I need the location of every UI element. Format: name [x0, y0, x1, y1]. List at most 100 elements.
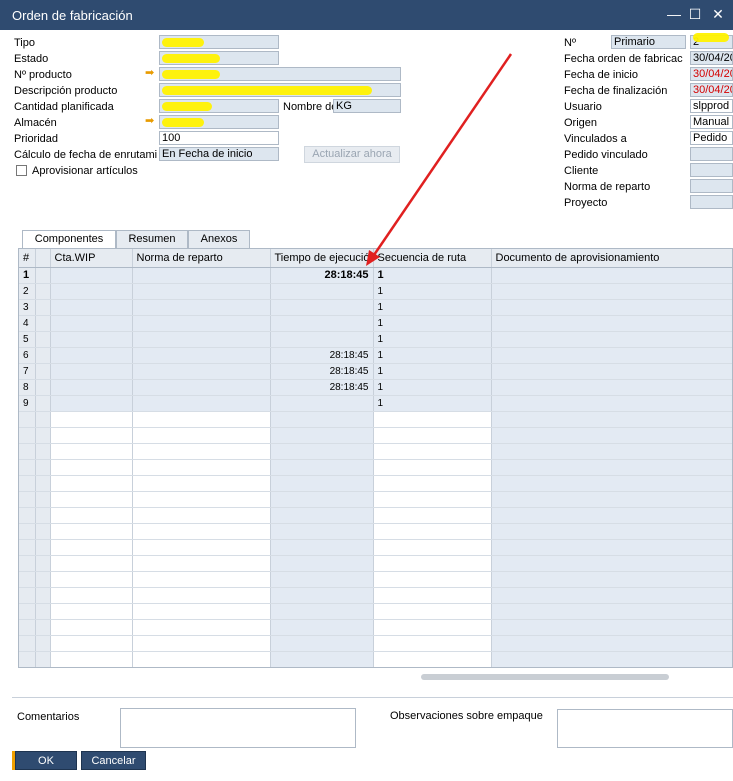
table-row[interactable]: 8 28:18:45 1 [19, 379, 732, 396]
row-number[interactable]: 6 [19, 347, 36, 364]
cell-norma[interactable] [132, 363, 271, 380]
column-header-secuencia[interactable]: Secuencia de ruta [373, 249, 492, 268]
cell-cta-wip[interactable] [50, 395, 133, 412]
cell-tiempo[interactable] [270, 299, 374, 316]
tab-anexos[interactable]: Anexos [188, 230, 250, 248]
cell-cta-wip[interactable] [50, 363, 133, 380]
link-arrow-icon[interactable]: ➡ [145, 115, 154, 127]
table-row[interactable]: 21 [19, 283, 732, 300]
table-row[interactable]: 1 28:18:45 1 [19, 267, 732, 284]
cell-secuencia[interactable]: 1 [373, 395, 492, 412]
ok-button[interactable]: OK [15, 751, 77, 770]
calculo-select[interactable]: En Fecha de inicio [159, 147, 279, 161]
tab-componentes[interactable]: Componentes [22, 230, 116, 249]
table-row[interactable]: 7 28:18:45 1 [19, 363, 732, 380]
cell-norma[interactable] [132, 315, 271, 332]
fecha-inicio-field[interactable]: 30/04/20 [690, 67, 733, 81]
usuario-field[interactable]: slpprod [690, 99, 733, 113]
cell-tiempo[interactable]: 28:18:45 [270, 347, 374, 364]
row-number[interactable]: 3 [19, 299, 36, 316]
aprovisionar-checkbox[interactable] [16, 165, 27, 176]
cell-secuencia[interactable]: 1 [373, 315, 492, 332]
horizontal-scrollbar[interactable] [421, 674, 669, 680]
cell-documento[interactable] [491, 283, 732, 300]
cell-documento[interactable] [491, 379, 732, 396]
column-header-documento[interactable]: Documento de aprovisionamiento [491, 249, 732, 268]
cell-tiempo[interactable] [270, 331, 374, 348]
table-row[interactable]: 41 [19, 315, 732, 332]
comentarios-textarea[interactable] [120, 708, 356, 748]
cell-cta-wip[interactable] [50, 267, 133, 284]
cell-cta-wip[interactable] [50, 347, 133, 364]
cell-tiempo[interactable] [270, 395, 374, 412]
observaciones-textarea[interactable] [557, 709, 733, 748]
column-header-tiempo[interactable]: Tiempo de ejecución [270, 249, 374, 268]
nombre-um-field[interactable]: KG [333, 99, 401, 113]
cell-documento[interactable] [491, 267, 732, 284]
cell-secuencia[interactable]: 1 [373, 299, 492, 316]
cell-cta-wip[interactable] [50, 299, 133, 316]
cell-cta-wip[interactable] [50, 283, 133, 300]
table-row[interactable]: 91 [19, 395, 732, 412]
cell-tiempo[interactable]: 28:18:45 [270, 267, 374, 284]
column-header-norma[interactable]: Norma de reparto [132, 249, 271, 268]
row-number[interactable]: 9 [19, 395, 36, 412]
proyecto-field[interactable] [690, 195, 733, 209]
maximize-icon[interactable]: ☐ [686, 5, 704, 23]
fecha-orden-field[interactable]: 30/04/20 [690, 51, 733, 65]
cell-cta-wip[interactable] [50, 379, 133, 396]
row-number[interactable]: 2 [19, 283, 36, 300]
cell-norma[interactable] [132, 331, 271, 348]
cliente-field[interactable] [690, 163, 733, 177]
cell-documento[interactable] [491, 315, 732, 332]
cell-documento[interactable] [491, 299, 732, 316]
cell-secuencia[interactable]: 1 [373, 283, 492, 300]
fecha-fin-field[interactable]: 30/04/20 [690, 83, 733, 97]
tab-resumen[interactable]: Resumen [116, 230, 188, 248]
cancel-button[interactable]: Cancelar [81, 751, 146, 770]
minimize-icon[interactable]: — [665, 5, 683, 23]
cell-cta-wip[interactable] [50, 331, 133, 348]
cell-cta-wip[interactable] [50, 315, 133, 332]
cell-secuencia[interactable]: 1 [373, 379, 492, 396]
row-number[interactable]: 7 [19, 363, 36, 380]
row-number[interactable]: 8 [19, 379, 36, 396]
close-icon[interactable]: ✕ [709, 5, 727, 23]
prioridad-field[interactable]: 100 [159, 131, 279, 145]
empty-cell [491, 459, 732, 476]
cell-norma[interactable] [132, 379, 271, 396]
empty-cell [270, 427, 374, 444]
cell-norma[interactable] [132, 347, 271, 364]
vinculados-select[interactable]: Pedido [690, 131, 733, 145]
cell-norma[interactable] [132, 267, 271, 284]
cell-tiempo[interactable] [270, 283, 374, 300]
cell-secuencia[interactable]: 1 [373, 267, 492, 284]
table-row[interactable]: 6 28:18:45 1 [19, 347, 732, 364]
link-arrow-icon[interactable]: ➡ [145, 67, 154, 79]
numero-series-select[interactable]: Primario [611, 35, 686, 49]
cell-norma[interactable] [132, 395, 271, 412]
actualizar-ahora-button[interactable]: Actualizar ahora [304, 146, 400, 163]
cell-documento[interactable] [491, 347, 732, 364]
row-number[interactable]: 1 [19, 267, 36, 284]
cell-secuencia[interactable]: 1 [373, 331, 492, 348]
row-number[interactable]: 5 [19, 331, 36, 348]
row-number[interactable]: 4 [19, 315, 36, 332]
pedido-vinculado-field[interactable] [690, 147, 733, 161]
column-header-cta-wip[interactable]: Cta.WIP [50, 249, 133, 268]
table-row[interactable]: 51 [19, 331, 732, 348]
table-row[interactable]: 31 [19, 299, 732, 316]
origen-field[interactable]: Manual [690, 115, 733, 129]
cell-secuencia[interactable]: 1 [373, 347, 492, 364]
cell-secuencia[interactable]: 1 [373, 363, 492, 380]
cell-documento[interactable] [491, 363, 732, 380]
norma-field[interactable] [690, 179, 733, 193]
column-header-num[interactable]: # [19, 249, 36, 268]
cell-documento[interactable] [491, 331, 732, 348]
cell-tiempo[interactable]: 28:18:45 [270, 363, 374, 380]
cell-tiempo[interactable]: 28:18:45 [270, 379, 374, 396]
cell-norma[interactable] [132, 283, 271, 300]
cell-tiempo[interactable] [270, 315, 374, 332]
cell-documento[interactable] [491, 395, 732, 412]
cell-norma[interactable] [132, 299, 271, 316]
